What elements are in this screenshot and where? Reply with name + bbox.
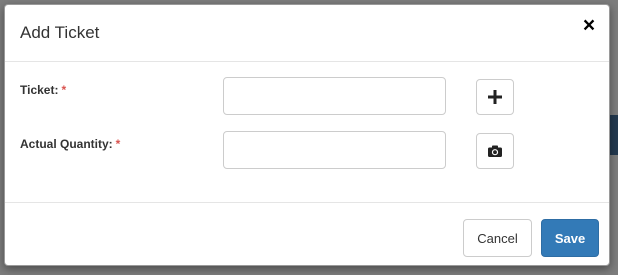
camera-icon <box>488 145 502 157</box>
add-ticket-button[interactable] <box>476 79 514 115</box>
add-ticket-modal: Add Ticket × Ticket: * Actual Quantity: * <box>4 4 610 266</box>
save-button[interactable]: Save <box>541 219 599 257</box>
ticket-label: Ticket: * <box>20 83 66 97</box>
close-button[interactable]: × <box>581 14 597 37</box>
ticket-label-text: Ticket: <box>20 83 59 97</box>
plus-icon <box>488 90 502 104</box>
required-marker: * <box>115 137 121 151</box>
actual-quantity-label-text: Actual Quantity: <box>20 137 113 151</box>
modal-header: Add Ticket × <box>5 5 609 62</box>
ticket-input[interactable] <box>223 77 446 115</box>
close-icon: × <box>582 14 596 37</box>
required-marker: * <box>61 83 67 97</box>
actual-quantity-input[interactable] <box>223 131 446 169</box>
cancel-button[interactable]: Cancel <box>463 219 532 257</box>
modal-footer: Cancel Save <box>5 202 609 267</box>
camera-button[interactable] <box>476 133 514 169</box>
modal-title: Add Ticket <box>20 23 100 42</box>
actual-quantity-label: Actual Quantity: * <box>20 137 120 151</box>
